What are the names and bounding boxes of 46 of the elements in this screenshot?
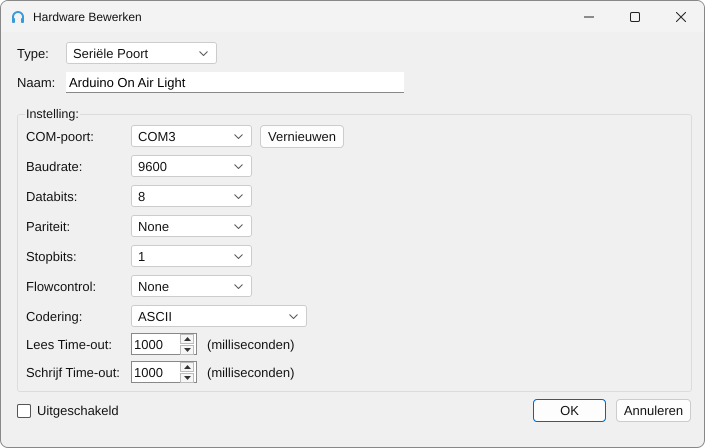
- field-label: Flowcontrol:: [26, 278, 98, 294]
- refresh-button[interactable]: Vernieuwen: [260, 124, 344, 148]
- dropdown[interactable]: 8: [131, 185, 252, 207]
- spin-up-icon[interactable]: [180, 362, 194, 372]
- close-icon[interactable]: [676, 12, 686, 22]
- chevron-down-icon: [234, 134, 243, 138]
- unit-label: (milliseconden): [207, 336, 294, 352]
- field-label: Naam:: [17, 75, 56, 90]
- chevron-down-icon: [234, 284, 243, 288]
- chevron-down-icon: [234, 164, 243, 168]
- chevron-down-icon: [289, 314, 298, 318]
- chevron-down-icon: [199, 50, 208, 56]
- spin-down-icon[interactable]: [180, 372, 194, 382]
- dropdown[interactable]: 9600: [131, 155, 252, 177]
- spin-down-icon[interactable]: [180, 344, 194, 354]
- field-label: Stopbits:: [26, 248, 78, 264]
- ok-button[interactable]: OK: [533, 399, 606, 422]
- field-label: Lees Time-out:: [26, 336, 113, 352]
- chevron-down-icon: [234, 254, 243, 258]
- number-field[interactable]: 1000: [131, 361, 197, 383]
- dropdown[interactable]: None: [131, 275, 252, 297]
- checkbox[interactable]: [17, 404, 31, 418]
- dropdown[interactable]: Seriële Poort: [66, 42, 217, 64]
- number-field[interactable]: 1000: [131, 333, 197, 355]
- checkbox-label[interactable]: Uitgeschakeld: [37, 403, 119, 418]
- text-field[interactable]: Arduino On Air Light: [66, 72, 404, 93]
- dropdown[interactable]: COM3: [131, 125, 252, 147]
- field-label: Codering:: [26, 308, 84, 324]
- field-label: Baudrate:: [26, 158, 84, 174]
- field-label: Pariteit:: [26, 218, 72, 234]
- unit-label: (milliseconden): [207, 364, 294, 380]
- field-label: COM-poort:: [26, 128, 95, 144]
- dropdown[interactable]: ASCII: [131, 305, 307, 327]
- chevron-down-icon: [234, 194, 243, 198]
- group-title: Instelling:: [25, 107, 80, 121]
- field-label: Databits:: [26, 188, 78, 204]
- maximize-icon[interactable]: [630, 12, 640, 22]
- window-title: Hardware Bewerken: [33, 10, 143, 24]
- spin-up-icon[interactable]: [180, 334, 194, 344]
- cancel-button[interactable]: Annuleren: [616, 399, 691, 422]
- dropdown[interactable]: 1: [131, 245, 252, 267]
- dropdown[interactable]: None: [131, 215, 252, 237]
- field-label: Type:: [17, 46, 50, 60]
- field-label: Schrijf Time-out:: [26, 364, 121, 380]
- headphones-icon: [10, 8, 26, 24]
- chevron-down-icon: [234, 224, 243, 228]
